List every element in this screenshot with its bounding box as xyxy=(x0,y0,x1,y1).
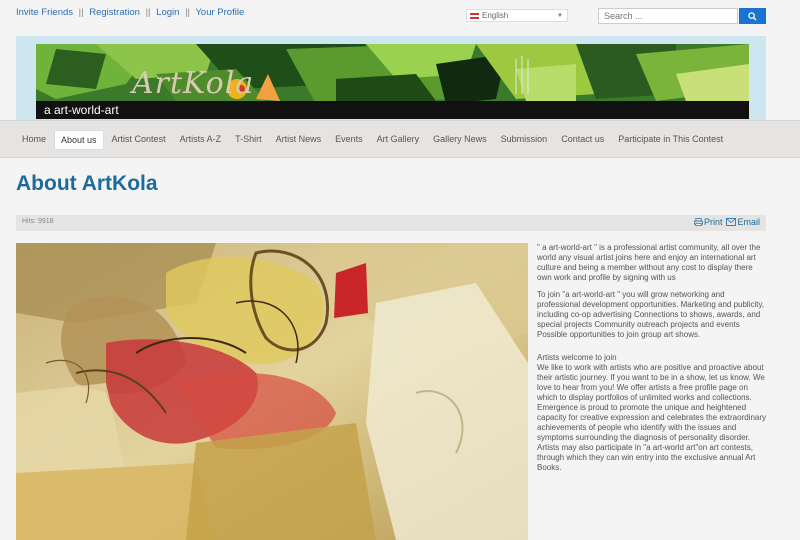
article-subheading: Artists welcome to join xyxy=(537,353,617,362)
print-button[interactable]: Print xyxy=(694,217,723,227)
print-label: Print xyxy=(703,217,723,227)
search-icon xyxy=(748,11,757,21)
article-body: " a art-world-art " is a professional ar… xyxy=(537,243,769,480)
invite-friends-link[interactable]: Invite Friends xyxy=(16,7,73,18)
nav-item-artists-a-z[interactable]: Artists A-Z xyxy=(174,130,228,150)
separator: || xyxy=(145,7,151,18)
nav-item-about-us[interactable]: About us xyxy=(54,130,104,150)
nav-list: Home About us Artist Contest Artists A-Z T-S… xyxy=(16,130,731,150)
article-paragraph: " a art-world-art " is a professional ar… xyxy=(537,243,761,282)
main-nav: Home About us Artist Contest Artists A-Z T-S… xyxy=(0,120,800,158)
banner-container: ArtKola a art-world-art xyxy=(16,36,766,120)
email-icon xyxy=(726,218,737,226)
nav-item-participate-in-this-contest[interactable]: Participate in This Contest xyxy=(612,130,729,150)
nav-item-events[interactable]: Events xyxy=(329,130,369,150)
artkola-logo: ArtKola xyxy=(132,66,255,101)
nav-item-art-gallery[interactable]: Art Gallery xyxy=(371,130,426,150)
registration-link[interactable]: Registration xyxy=(89,7,140,18)
language-selected: English xyxy=(482,11,509,20)
nav-item-gallery-news[interactable]: Gallery News xyxy=(427,130,493,150)
banner-image[interactable]: ArtKola a art-world-art xyxy=(36,44,749,119)
article-paragraph: We like to work with artists who are pos… xyxy=(537,363,767,472)
email-label: Email xyxy=(737,217,760,227)
nav-item-t-shirt[interactable]: T-Shirt xyxy=(229,130,268,150)
language-select[interactable]: English ▼ xyxy=(466,9,568,22)
your-profile-link[interactable]: Your Profile xyxy=(195,7,244,18)
uk-flag-icon xyxy=(470,12,479,19)
chevron-down-icon: ▼ xyxy=(557,13,563,19)
nav-item-contact-us[interactable]: Contact us xyxy=(555,130,610,150)
search-button[interactable] xyxy=(739,8,766,24)
article-paragraph: To join "a art-world-art " you will grow… xyxy=(537,290,765,339)
banner-caption-bar: a art-world-art xyxy=(36,101,749,119)
page-title: About ArtKola xyxy=(16,172,158,195)
separator: || xyxy=(78,7,84,18)
featured-artwork xyxy=(16,243,528,540)
article-meta-bar: Hits: 9918 Print Email xyxy=(16,215,766,231)
hits-count: Hits: 9918 xyxy=(22,218,54,225)
email-button[interactable]: Email xyxy=(726,217,760,227)
nav-item-home[interactable]: Home xyxy=(16,130,52,150)
search-input[interactable] xyxy=(598,8,738,24)
login-link[interactable]: Login xyxy=(156,7,179,18)
top-links: Invite Friends || Registration || Login … xyxy=(16,7,244,18)
nav-item-artist-news[interactable]: Artist News xyxy=(270,130,328,150)
banner-caption: a art-world-art xyxy=(44,103,119,117)
nav-item-artist-contest[interactable]: Artist Contest xyxy=(106,130,172,150)
separator: || xyxy=(185,7,190,18)
print-icon xyxy=(694,218,703,226)
artwork-painting xyxy=(16,243,528,540)
article-tools: Print Email xyxy=(694,217,760,227)
nav-item-submission[interactable]: Submission xyxy=(495,130,554,150)
